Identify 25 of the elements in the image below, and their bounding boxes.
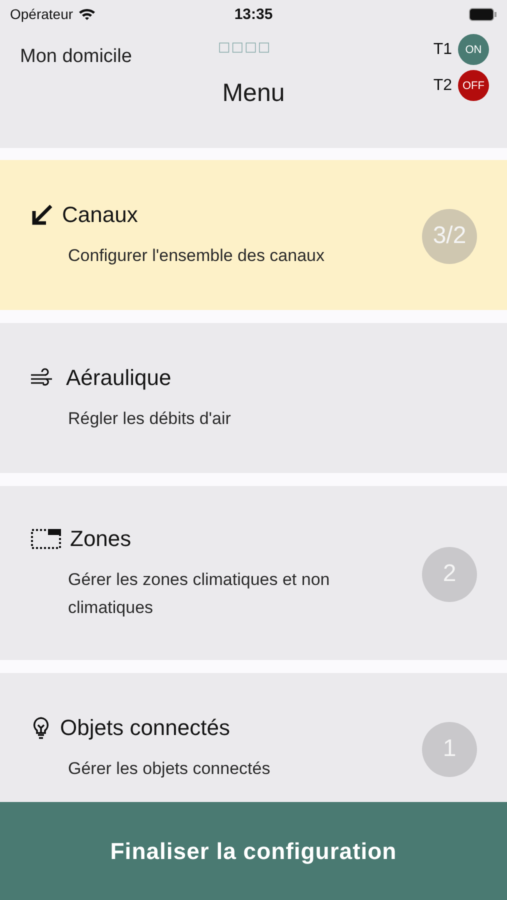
page-title: Menu [222,79,285,108]
arrow-icon [30,203,54,227]
card-title: Canaux [62,202,138,228]
finalize-button[interactable]: Finaliser la configuration [0,802,507,900]
home-name: Mon domicile [20,46,132,68]
zone-icon [30,527,62,551]
menu-card[interactable]: Canaux Configurer l'ensemble des canaux 3/2 [0,160,507,310]
status-indicator: □□□□ [218,40,272,55]
clock-time: 13:35 [234,6,273,22]
terminal-status: OFF [458,70,489,101]
terminal-label: T1 [433,40,452,58]
carrier-name: Opérateur [10,6,74,22]
card-description: Gérer les zones climatiques et non climatiques [67,569,331,619]
card-title: Aéraulique [66,365,172,391]
terminal-status: ON [458,34,489,65]
card-description: Régler les débits d'air [67,408,231,430]
wifi-icon [78,7,96,21]
card-title: Zones [70,526,132,552]
card-description: Configurer l'ensemble des canaux [67,245,325,267]
battery-icon [469,8,497,20]
count-badge: 3/2 [422,208,477,264]
card-description: Gérer les objets connectés [67,758,270,780]
menu-card[interactable]: Aéraulique Régler les débits d'air [0,323,507,473]
card-title: Objets connectés [60,715,230,741]
terminal-label: T2 [433,76,452,94]
